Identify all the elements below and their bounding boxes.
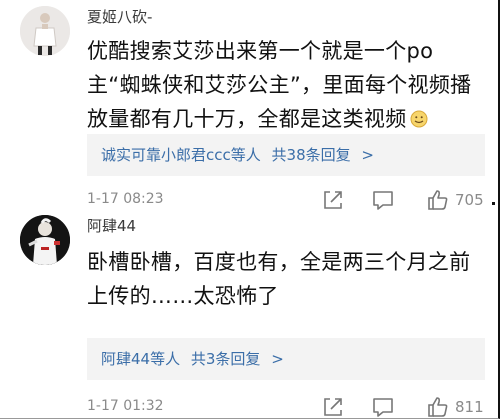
chevron-right-icon: > (271, 350, 284, 368)
sweat-smile-emoji-icon (410, 110, 427, 128)
reply-users[interactable]: 阿肆44等人 (101, 350, 180, 368)
comment-text: 优酷搜索艾莎出来第一个就是一个po主“蜘蛛侠和艾莎公主”，里面每个视频播放量都有… (87, 39, 472, 131)
reply-count[interactable]: 共38条回复 (272, 146, 351, 164)
comment-list: 夏姬八砍- 优酷搜索艾莎出来第一个就是一个po主“蜘蛛侠和艾莎公主”，里面每个视… (0, 0, 500, 419)
username[interactable]: 阿肆44 (87, 215, 136, 236)
reply-users[interactable]: 诚实可靠小郎君ccc等人 (101, 146, 261, 164)
avatar[interactable] (20, 6, 70, 56)
reply-count[interactable]: 共3条回复 (191, 350, 261, 368)
comment-item: 阿肆44 卧槽卧槽，百度也有，全是两三个月之前上传的……太恐怖了 阿肆44等人 … (0, 205, 496, 419)
timestamp: 1-17 01:32 (87, 398, 164, 414)
share-button[interactable] (320, 394, 346, 419)
replies-summary[interactable]: 诚实可靠小郎君ccc等人 共38条回复 > (87, 134, 485, 176)
reply-button[interactable] (370, 394, 396, 419)
comment-icon (373, 398, 393, 417)
avatar[interactable] (20, 215, 70, 265)
share-icon (324, 398, 342, 416)
replies-summary[interactable]: 阿肆44等人 共3条回复 > (87, 338, 485, 380)
thumbs-up-icon (428, 397, 448, 417)
comment-item: 夏姬八砍- 优酷搜索艾莎出来第一个就是一个po主“蜘蛛侠和艾莎公主”，里面每个视… (0, 0, 496, 210)
chevron-right-icon: > (361, 146, 374, 164)
username[interactable]: 夏姬八砍- (87, 6, 152, 27)
comment-text: 卧槽卧槽，百度也有，全是两三个月之前上传的……太恐怖了 (87, 250, 471, 308)
comment-meta: 1-17 01:32 811 (87, 392, 487, 419)
like-button[interactable] (425, 394, 451, 419)
like-count: 811 (455, 398, 484, 416)
